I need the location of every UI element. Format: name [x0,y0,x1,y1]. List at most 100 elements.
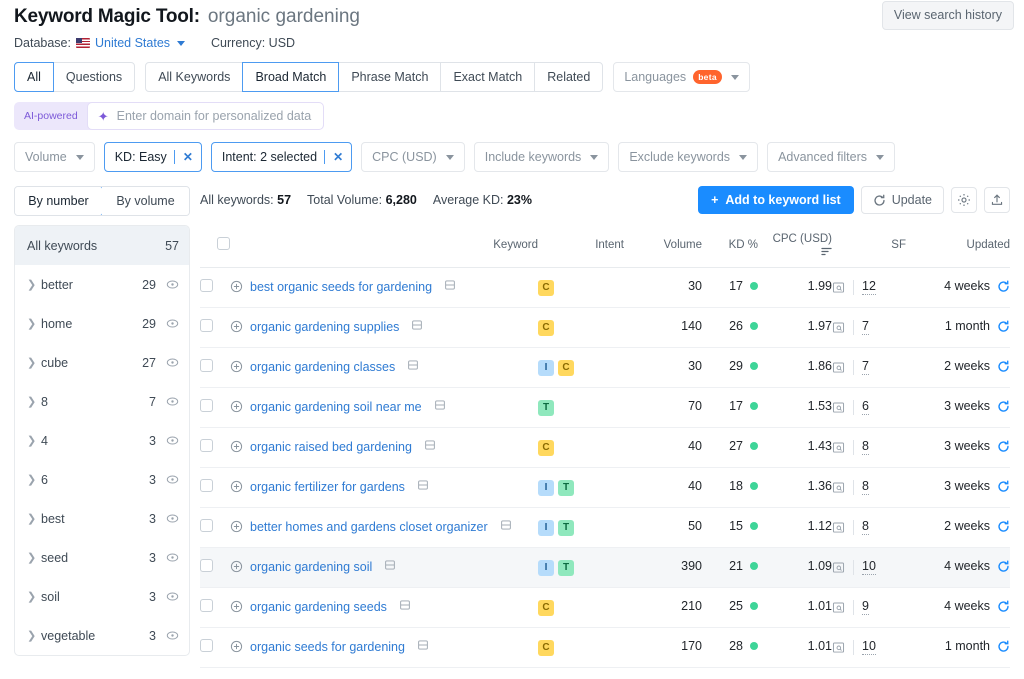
keyword-link[interactable]: best organic seeds for gardening [250,279,432,296]
sidebar-group-item[interactable]: ❯ best 3 [15,499,189,538]
row-checkbox[interactable] [200,519,213,532]
chevron-right-icon[interactable]: ❯ [27,629,41,642]
column-keyword[interactable]: Keyword [230,224,538,268]
sidebar-group-item[interactable]: ❯ vegetable 3 [15,616,189,655]
refresh-keyword-icon[interactable] [997,639,1010,653]
keyword-link[interactable]: organic gardening supplies [250,319,399,336]
intent-badge-i[interactable]: I [538,360,554,376]
sidebar-group-item[interactable]: ❯ home 29 [15,304,189,343]
intent-badge-c[interactable]: C [558,360,574,376]
chevron-right-icon[interactable]: ❯ [27,512,41,525]
sf-value[interactable]: 6 [862,399,869,415]
eye-icon[interactable] [166,395,179,408]
keyword-list-icon[interactable] [417,479,429,491]
eye-icon[interactable] [166,356,179,369]
refresh-keyword-icon[interactable] [997,559,1010,573]
column-updated[interactable]: Updated [906,224,1010,268]
keyword-list-icon[interactable] [399,599,411,611]
tab-related[interactable]: Related [534,62,604,92]
sidebar-group-item[interactable]: ❯ seed 3 [15,538,189,577]
serp-features-icon[interactable] [832,481,845,494]
filter-exclude-keywords[interactable]: Exclude keywords [618,142,759,172]
sidebar-group-item[interactable]: ❯ better 29 [15,265,189,304]
add-keyword-icon[interactable] [230,400,243,413]
add-keyword-icon[interactable] [230,640,243,653]
filter-kd[interactable]: KD: Easy ✕ [103,142,202,172]
table-row[interactable]: better homes and gardens closet organize… [200,507,1010,548]
tab-phrase-match[interactable]: Phrase Match [338,62,442,92]
database-selector[interactable]: Database: United States [14,36,186,50]
tab-all-keywords[interactable]: All Keywords [145,62,244,92]
row-checkbox[interactable] [200,399,213,412]
intent-badge-c[interactable]: C [538,440,554,456]
sidebar-group-item[interactable]: ❯ cube 27 [15,343,189,382]
sidebar-group-item[interactable]: ❯ 6 3 [15,460,189,499]
serp-features-icon[interactable] [832,401,845,414]
table-row[interactable]: organic fertilizer for gardens I T 40 18 1.36… [200,467,1010,508]
table-row[interactable]: organic seeds for gardening C 170 28 1.01 10 1… [200,627,1010,668]
sf-value[interactable]: 10 [862,639,876,655]
table-row[interactable]: organic gardening classes I C 30 29 1.86 7 2 we… [200,347,1010,388]
view-search-history-button[interactable]: View search history [881,1,1014,30]
column-volume[interactable]: Volume [624,224,702,268]
serp-features-icon[interactable] [832,361,845,374]
keyword-list-icon[interactable] [407,359,419,371]
tab-questions[interactable]: Questions [52,62,136,92]
filter-include-keywords[interactable]: Include keywords [473,142,610,172]
refresh-keyword-icon[interactable] [997,439,1010,453]
eye-icon[interactable] [166,551,179,564]
keyword-link[interactable]: organic gardening soil [250,559,372,576]
keyword-link[interactable]: organic seeds for gardening [250,639,405,656]
row-checkbox[interactable] [200,599,213,612]
serp-features-icon[interactable] [832,561,845,574]
row-checkbox[interactable] [200,479,213,492]
close-icon[interactable]: ✕ [173,150,201,164]
keyword-list-icon[interactable] [417,639,429,651]
chevron-right-icon[interactable]: ❯ [27,278,41,291]
sidebar-group-item[interactable]: ❯ 8 7 [15,382,189,421]
column-intent[interactable]: Intent [538,224,624,268]
serp-features-icon[interactable] [832,321,845,334]
eye-icon[interactable] [166,629,179,642]
row-checkbox[interactable] [200,439,213,452]
intent-badge-c[interactable]: C [538,600,554,616]
row-checkbox[interactable] [200,319,213,332]
select-all-checkbox[interactable] [217,237,230,250]
refresh-keyword-icon[interactable] [997,359,1010,373]
add-keyword-icon[interactable] [230,560,243,573]
close-icon[interactable]: ✕ [324,150,351,164]
tab-exact-match[interactable]: Exact Match [440,62,536,92]
chevron-right-icon[interactable]: ❯ [27,356,41,369]
sort-descending-icon[interactable] [821,247,832,256]
table-row[interactable]: best organic seeds for gardening C 30 17 1.9… [200,267,1010,308]
serp-features-icon[interactable] [832,521,845,534]
update-button[interactable]: Update [860,186,944,214]
languages-dropdown[interactable]: Languages beta [613,62,750,92]
intent-badge-t[interactable]: T [558,480,574,496]
sf-value[interactable]: 9 [862,599,869,615]
keyword-link[interactable]: organic gardening seeds [250,599,387,616]
settings-button[interactable] [951,187,977,213]
table-row[interactable]: organic gardening supplies C 140 26 1.97 7 1 m… [200,307,1010,348]
eye-icon[interactable] [166,590,179,603]
filter-intent[interactable]: Intent: 2 selected ✕ [210,142,353,172]
chevron-right-icon[interactable]: ❯ [27,551,41,564]
intent-badge-t[interactable]: T [558,520,574,536]
sidebar-group-item[interactable]: ❯ soil 3 [15,577,189,616]
database-value[interactable]: United States [95,36,170,50]
sf-value[interactable]: 12 [862,279,876,295]
add-keyword-icon[interactable] [230,600,243,613]
column-sf[interactable]: SF [832,224,906,268]
serp-features-icon[interactable] [832,601,845,614]
row-checkbox[interactable] [200,639,213,652]
sf-value[interactable]: 10 [862,559,876,575]
refresh-keyword-icon[interactable] [997,279,1010,293]
intent-badge-i[interactable]: I [538,480,554,496]
intent-badge-t[interactable]: T [558,560,574,576]
export-button[interactable] [984,187,1010,213]
column-kd[interactable]: KD % [702,224,758,268]
sf-value[interactable]: 7 [862,319,869,335]
eye-icon[interactable] [166,317,179,330]
add-keyword-icon[interactable] [230,280,243,293]
eye-icon[interactable] [166,512,179,525]
